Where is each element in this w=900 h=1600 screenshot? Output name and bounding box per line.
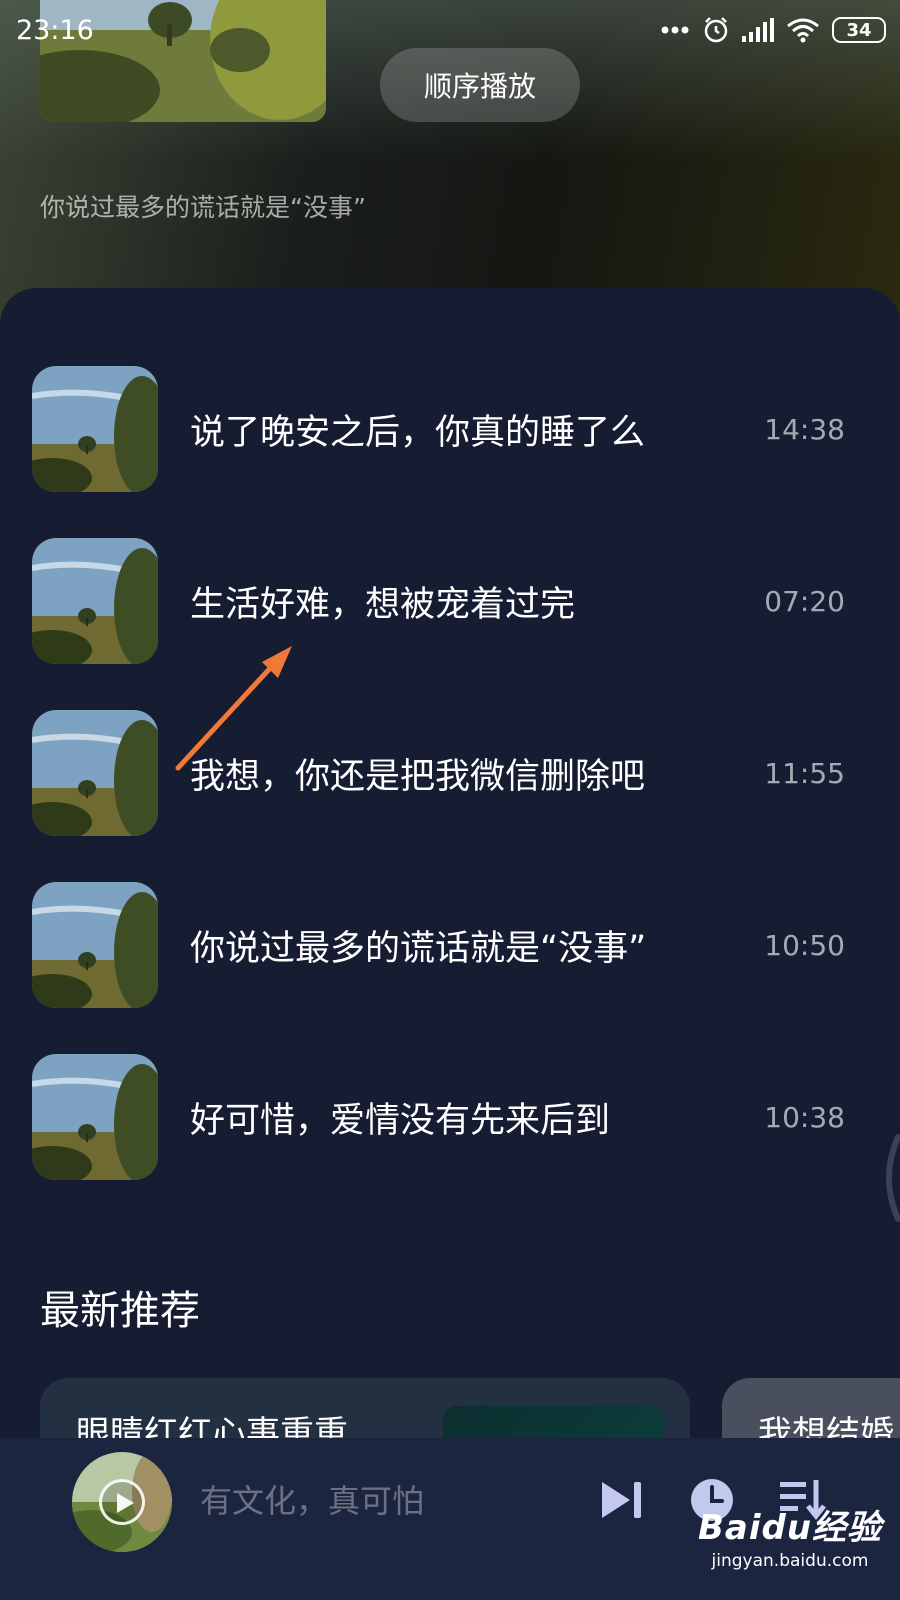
status-bar: 23:16 34 [0, 0, 900, 60]
watermark-logo: Baidu经验 [697, 1508, 883, 1548]
signal-icon [742, 18, 774, 42]
track-item[interactable]: 说了晚安之后，你真的睡了么 14:38 [0, 366, 900, 492]
battery-icon: 34 [832, 17, 886, 43]
status-time: 23:16 [16, 14, 94, 46]
alarm-icon [702, 16, 730, 44]
playlist-panel: 说了晚安之后，你真的睡了么 14:38 生活好难，想被宠着过完 07:20 我想… [0, 288, 900, 1468]
track-thumbnail [32, 882, 158, 1008]
header-subtitle: 你说过最多的谎话就是“没事” [40, 193, 366, 222]
skip-next-icon[interactable] [596, 1474, 648, 1526]
track-time: 07:20 [764, 584, 845, 618]
track-thumbnail [32, 1054, 158, 1180]
track-thumbnail [32, 366, 158, 492]
track-time: 10:38 [764, 1100, 845, 1134]
watermark-url: jingyan.baidu.com [711, 1551, 869, 1571]
floating-side-handle[interactable] [876, 1133, 900, 1223]
track-item[interactable]: 你说过最多的谎话就是“没事” 10:50 [0, 882, 900, 1008]
baidu-watermark: Baidu经验 jingyan.baidu.com [690, 1500, 890, 1590]
track-item[interactable]: 生活好难，想被宠着过完 07:20 [0, 538, 900, 664]
track-title: 好可惜，爱情没有先来后到 [190, 1100, 611, 1141]
dots-icon [660, 25, 690, 35]
status-icons: 34 [660, 16, 886, 44]
track-time: 11:55 [764, 756, 845, 790]
section-title-latest: 最新推荐 [40, 1288, 200, 1334]
track-item[interactable]: 我想，你还是把我微信删除吧 11:55 [0, 710, 900, 836]
mini-player-cover[interactable] [72, 1452, 172, 1552]
track-title: 你说过最多的谎话就是“没事” [190, 928, 647, 969]
track-title: 说了晚安之后，你真的睡了么 [190, 412, 646, 453]
track-time: 14:38 [764, 412, 845, 446]
annotation-arrow-icon [175, 646, 292, 771]
track-time: 10:50 [764, 928, 845, 962]
track-item[interactable]: 好可惜，爱情没有先来后到 10:38 [0, 1054, 900, 1180]
play-icon[interactable] [99, 1479, 145, 1525]
track-thumbnail [32, 538, 158, 664]
track-thumbnail [32, 710, 158, 836]
wifi-icon [786, 17, 820, 43]
mini-player-title: 有文化，真可怕 [200, 1482, 425, 1520]
